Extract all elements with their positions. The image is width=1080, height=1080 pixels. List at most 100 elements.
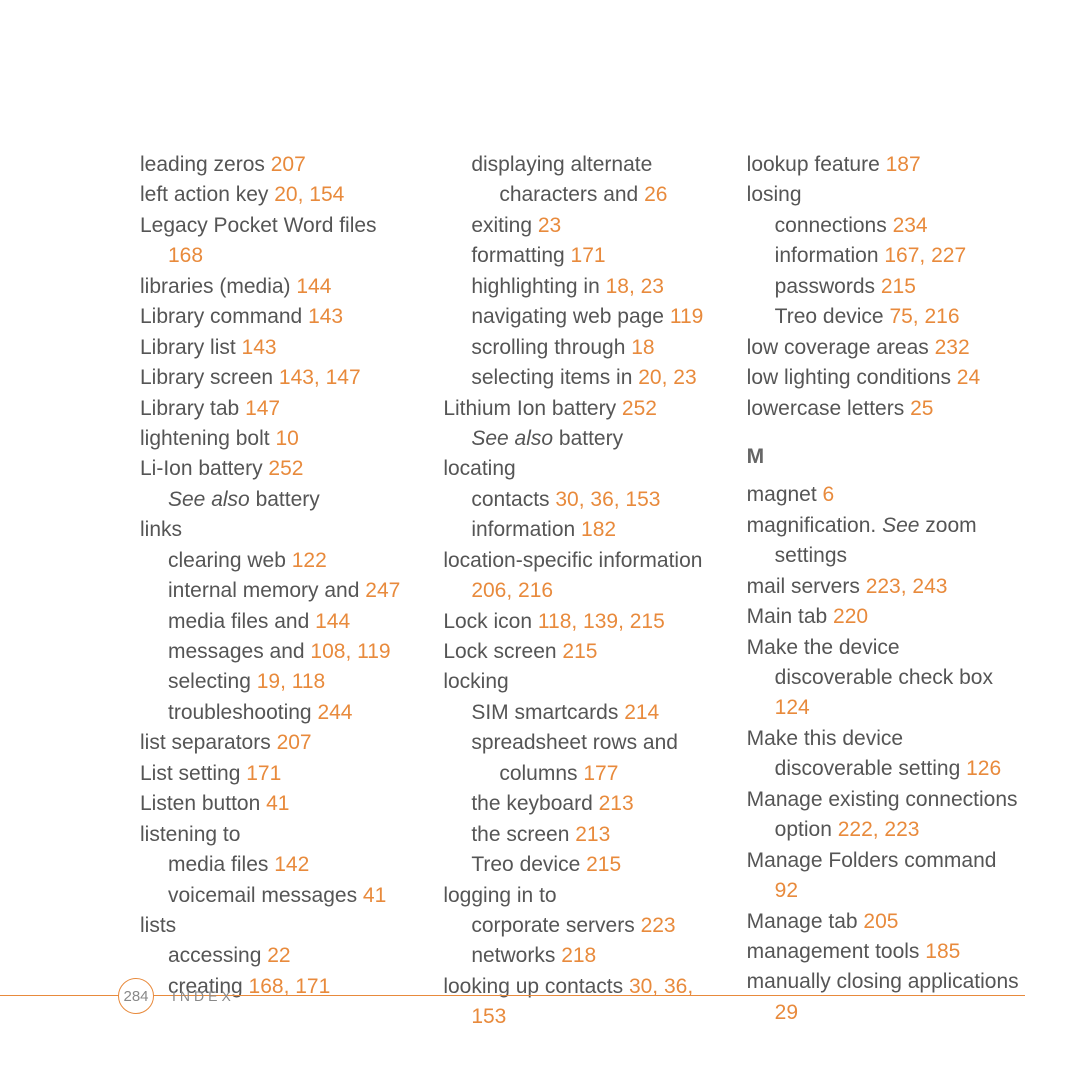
index-entry: links	[140, 515, 413, 545]
index-page: leading zeros 207 left action key 20, 15…	[0, 0, 1080, 1033]
page-ref[interactable]: 144	[296, 275, 331, 298]
page-ref[interactable]: 223	[641, 914, 676, 937]
page-ref[interactable]: 252	[268, 457, 303, 480]
index-subentry: connections 234	[747, 211, 1020, 241]
page-ref[interactable]: 6	[823, 483, 835, 506]
page-ref[interactable]: 252	[622, 397, 657, 420]
page-ref[interactable]: 223, 243	[866, 575, 948, 598]
page-ref[interactable]: 171	[246, 762, 281, 785]
index-subentry: highlighting in 18, 23	[443, 272, 716, 302]
page-ref[interactable]: 126	[966, 757, 1001, 780]
index-subentry: Treo device 215	[443, 850, 716, 880]
page-ref[interactable]: 22	[267, 944, 290, 967]
page-ref[interactable]: 18	[631, 336, 654, 359]
page-ref[interactable]: 143	[242, 336, 277, 359]
index-subentry: settings	[747, 541, 1020, 571]
page-ref[interactable]: 187	[886, 153, 921, 176]
index-subentry: SIM smartcards 214	[443, 698, 716, 728]
page-ref[interactable]: 206, 216	[471, 579, 553, 602]
page-ref[interactable]: 177	[583, 762, 618, 785]
page-ref[interactable]: 168	[168, 244, 203, 267]
page-ref[interactable]: 10	[275, 427, 298, 450]
page-ref[interactable]: 75, 216	[889, 305, 959, 328]
page-ref[interactable]: 185	[925, 940, 960, 963]
index-entry: Li-Ion battery 252	[140, 454, 413, 484]
index-subentry: internal memory and 247	[140, 576, 413, 606]
index-entry: Manage existing connections	[747, 785, 1020, 815]
index-entry: low lighting conditions 24	[747, 363, 1020, 393]
page-ref[interactable]: 108, 119	[310, 640, 390, 663]
index-entry: mail servers 223, 243	[747, 572, 1020, 602]
page-ref[interactable]: 119	[670, 305, 703, 328]
page-ref[interactable]: 20, 154	[274, 183, 344, 206]
index-subentry: contacts 30, 36, 153	[443, 485, 716, 515]
page-ref[interactable]: 218	[561, 944, 596, 967]
page-ref[interactable]: 222, 223	[838, 818, 920, 841]
index-entry: Lithium Ion battery 252	[443, 394, 716, 424]
page-ref[interactable]: 215	[562, 640, 597, 663]
page-ref[interactable]: 244	[317, 701, 352, 724]
page-ref[interactable]: 122	[292, 549, 327, 572]
page-number: 284	[118, 978, 154, 1014]
page-ref[interactable]: 41	[266, 792, 289, 815]
index-subentry: messages and 108, 119	[140, 637, 413, 667]
page-ref[interactable]: 124	[775, 696, 810, 719]
index-entry: management tools 185	[747, 937, 1020, 967]
page-ref[interactable]: 207	[271, 153, 306, 176]
page-ref[interactable]: 215	[586, 853, 621, 876]
page-ref[interactable]: 23	[538, 214, 561, 237]
page-footer: 284 INDEX	[0, 995, 1080, 1035]
index-entry: leading zeros 207	[140, 150, 413, 180]
index-entry: Library list 143	[140, 333, 413, 363]
page-ref[interactable]: 19, 118	[257, 670, 326, 693]
page-ref[interactable]: 41	[363, 884, 386, 907]
page-ref[interactable]: 205	[863, 910, 898, 933]
index-subentry: media files 142	[140, 850, 413, 880]
index-subentry: 124	[747, 693, 1020, 723]
index-subentry: troubleshooting 244	[140, 698, 413, 728]
index-entry: Listen button 41	[140, 789, 413, 819]
index-subentry: the screen 213	[443, 820, 716, 850]
page-ref[interactable]: 232	[935, 336, 970, 359]
page-ref[interactable]: 26	[644, 183, 667, 206]
page-ref[interactable]: 213	[599, 792, 634, 815]
page-ref[interactable]: 142	[274, 853, 309, 876]
page-ref[interactable]: 92	[775, 879, 798, 902]
page-ref[interactable]: 247	[365, 579, 400, 602]
page-ref[interactable]: 18, 23	[606, 275, 664, 298]
page-ref[interactable]: 20, 23	[638, 366, 696, 389]
index-entry: lookup feature 187	[747, 150, 1020, 180]
index-entry: Manage tab 205	[747, 907, 1020, 937]
page-ref[interactable]: 144	[315, 610, 350, 633]
index-entry: 206, 216	[443, 576, 716, 606]
index-entry: losing	[747, 180, 1020, 210]
page-ref[interactable]: 118, 139, 215	[538, 610, 665, 633]
page-ref[interactable]: 25	[910, 397, 933, 420]
page-ref[interactable]: 214	[624, 701, 659, 724]
page-ref[interactable]: 24	[957, 366, 980, 389]
index-entry: left action key 20, 154	[140, 180, 413, 210]
column-3: lookup feature 187 losing connections 23…	[747, 150, 1020, 1033]
index-subentry: scrolling through 18	[443, 333, 716, 363]
footer-label: INDEX	[172, 988, 235, 1004]
page-ref[interactable]: 182	[581, 518, 616, 541]
index-entry: Main tab 220	[747, 602, 1020, 632]
page-ref[interactable]: 220	[833, 605, 868, 628]
page-ref[interactable]: 234	[893, 214, 928, 237]
page-ref[interactable]: 167, 227	[884, 244, 966, 267]
index-subentry: displaying alternate	[443, 150, 716, 180]
page-ref[interactable]: 215	[881, 275, 916, 298]
index-subentry: corporate servers 223	[443, 911, 716, 941]
page-ref[interactable]: 143	[308, 305, 343, 328]
page-ref[interactable]: 143, 147	[279, 366, 361, 389]
index-subentry: selecting 19, 118	[140, 667, 413, 697]
page-ref[interactable]: 30, 36, 153	[555, 488, 660, 511]
index-entry: low coverage areas 232	[747, 333, 1020, 363]
page-ref[interactable]: 213	[575, 823, 610, 846]
page-ref[interactable]: 171	[571, 244, 606, 267]
index-subentry: selecting items in 20, 23	[443, 363, 716, 393]
page-ref[interactable]: 147	[245, 397, 280, 420]
index-see-also: See also battery	[140, 485, 413, 515]
index-subentry: voicemail messages 41	[140, 881, 413, 911]
page-ref[interactable]: 207	[277, 731, 312, 754]
